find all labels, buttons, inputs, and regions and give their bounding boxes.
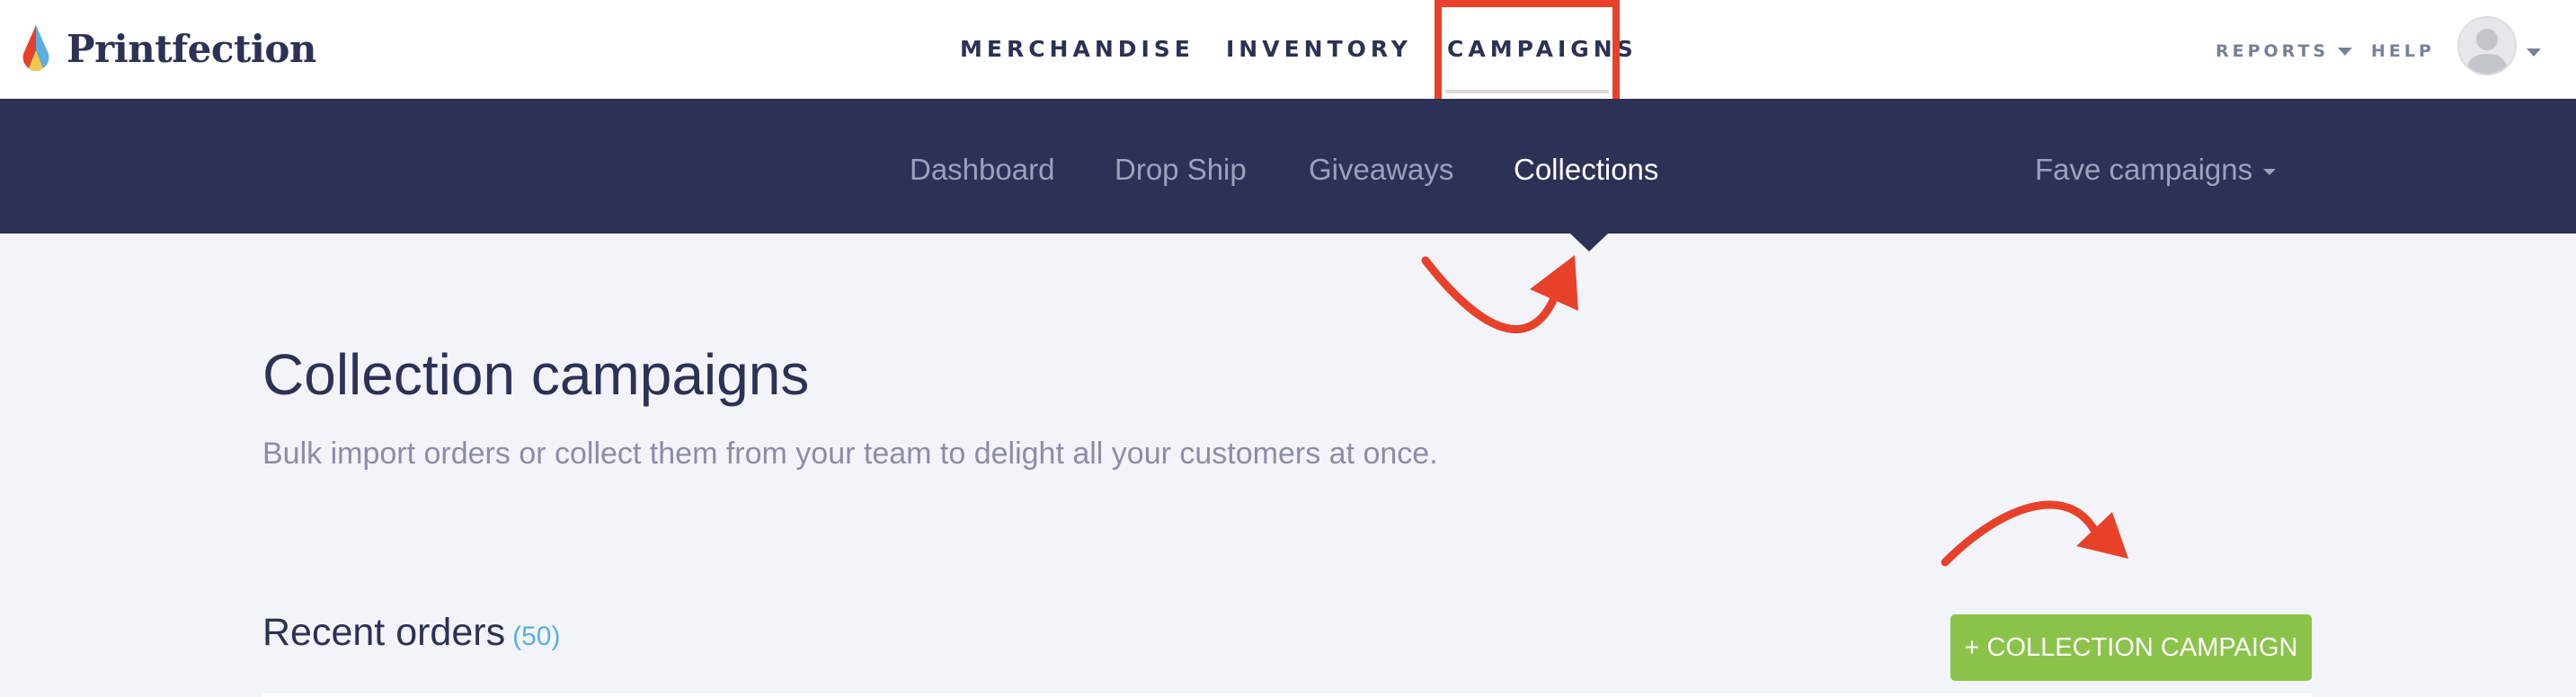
page-title: Collection campaigns: [262, 342, 810, 407]
campaigns-highlight-box: [1435, 0, 1620, 110]
chevron-down-icon[interactable]: [2527, 49, 2541, 57]
curved-arrow-icon: [1421, 255, 1578, 334]
nav-merchandise[interactable]: MERCHANDISE: [960, 36, 1195, 62]
orders-card-edge: [262, 693, 2312, 697]
new-collection-campaign-button[interactable]: + COLLECTION CAMPAIGN: [1950, 614, 2312, 681]
tab-giveaways[interactable]: Giveaways: [1309, 153, 1453, 187]
tab-collections[interactable]: Collections: [1514, 153, 1658, 187]
fave-campaigns-dropdown[interactable]: Fave campaigns: [2035, 153, 2277, 187]
avatar[interactable]: [2457, 16, 2517, 75]
avatar-icon: [2466, 29, 2508, 74]
active-tab-pointer: [1570, 234, 1608, 251]
sub-nav: Dashboard Drop Ship Giveaways Collection…: [0, 99, 2576, 234]
caret-down-icon: [2263, 168, 2277, 175]
page-subtitle: Bulk import orders or collect them from …: [262, 437, 1438, 471]
tab-dashboard[interactable]: Dashboard: [910, 153, 1054, 187]
logo[interactable]: Printfection: [18, 22, 316, 75]
top-navbar: Printfection MERCHANDISE INVENTORY CAMPA…: [0, 0, 2576, 99]
recent-orders-count: (50): [512, 622, 561, 651]
caret-down-icon: [2338, 48, 2353, 56]
logo-drop-icon: [22, 25, 49, 71]
reports-label: REPORTS: [2216, 41, 2330, 61]
recent-orders-heading: Recent orders (50): [262, 611, 560, 655]
brand-name: Printfection: [67, 26, 316, 71]
help-link[interactable]: HELP: [2371, 41, 2435, 61]
tab-drop-ship[interactable]: Drop Ship: [1115, 153, 1247, 187]
curved-arrow-icon: [1941, 500, 2128, 567]
recent-orders-title: Recent orders: [262, 611, 506, 654]
reports-menu[interactable]: REPORTS: [2216, 41, 2353, 61]
fave-campaigns-label: Fave campaigns: [2035, 153, 2253, 186]
nav-inventory[interactable]: INVENTORY: [1226, 36, 1412, 62]
